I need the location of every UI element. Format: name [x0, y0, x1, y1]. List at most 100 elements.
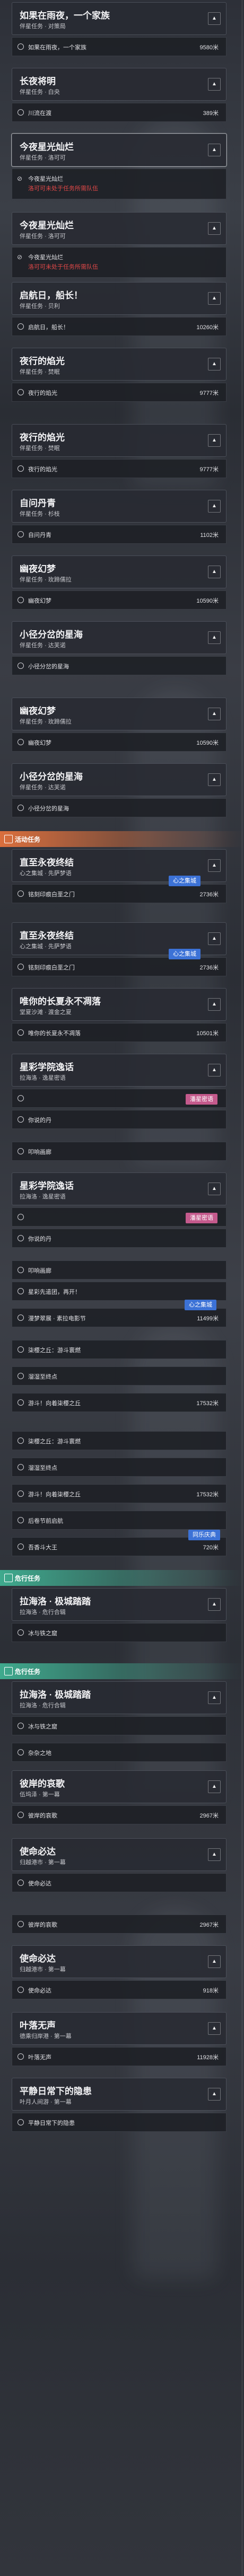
quest-objective[interactable]: 冰与铁之窟	[12, 1716, 226, 1735]
quest-objective[interactable]: 如果在雨夜，一个家族 9580米	[12, 37, 226, 56]
quest-card[interactable]: 小径分岔的星海 伴星任务 · 达芙诺 ▲	[12, 763, 226, 796]
quest-objective[interactable]: 幽夜幻梦 10590米	[12, 590, 226, 610]
chevron-up-icon[interactable]: ▲	[208, 1955, 221, 1968]
quest-objective[interactable]: 你说的丹	[12, 1229, 226, 1248]
chevron-up-icon[interactable]: ▲	[208, 2022, 221, 2035]
quest-card[interactable]: 叶落无声 德乘归岸港 · 第一幕 ▲	[12, 2012, 226, 2045]
quest-objective[interactable]: 彼岸的哀歌 2967米	[12, 1915, 226, 1934]
quest-card[interactable]: 使命必达 归越港市 · 第一幕 ▲	[12, 1945, 226, 1978]
quest-objective[interactable]: 启航日，船长！ 10260米	[12, 317, 226, 336]
quest-objective[interactable]: 后卷节前启航	[12, 1511, 226, 1530]
quest-card[interactable]: 星彩学院逸话 拉海洛 · 逸星密语 ▲	[12, 1172, 226, 1205]
chevron-up-icon[interactable]: ▲	[208, 78, 221, 91]
quest-objective[interactable]: 溜湿至终点	[12, 1366, 226, 1386]
quest-objective[interactable]: 夜行的焰光 9777米	[12, 459, 226, 478]
quest-objective[interactable]: 柒樱之丘：游斗寰燃	[12, 1340, 226, 1359]
objective-distance: 10501米	[196, 1030, 219, 1037]
objective-checkbox-icon	[18, 1346, 24, 1353]
quest-title: 直至永夜终结	[20, 931, 74, 941]
quest-objective[interactable]: 小径分岔的星海	[12, 656, 226, 675]
chevron-up-icon[interactable]: ▲	[208, 2088, 221, 2101]
chevron-up-icon[interactable]: ▲	[208, 358, 221, 370]
chevron-up-icon[interactable]: ▲	[208, 708, 221, 720]
quest-category-header[interactable]: 危行任务	[0, 1663, 244, 1679]
quest-category-label: 危行任务	[15, 1575, 41, 1582]
quest-subtitle: 伴星任务 · 达芙诺	[20, 784, 66, 791]
quest-objective[interactable]: 夜行的焰光 9777米	[12, 383, 226, 402]
quest-objective[interactable]: 幽夜幻梦 10590米	[12, 733, 226, 752]
region-marker[interactable]: 心之集城	[169, 949, 201, 959]
quest-card[interactable]: 幽夜幻梦 伴星任务 · 玫蹄儒拉 ▲	[12, 555, 226, 588]
quest-objective[interactable]: 自问丹青 1102米	[12, 525, 226, 544]
quest-objective[interactable]: 游斗！向着柒樱之丘 17532米	[12, 1393, 226, 1412]
quest-objective[interactable]: 杂杂之地	[12, 1743, 226, 1762]
quest-objective[interactable]: 叩响画廊	[12, 1260, 226, 1280]
chevron-up-icon[interactable]: ▲	[208, 566, 221, 578]
region-marker[interactable]: 心之集城	[169, 876, 201, 886]
chevron-up-icon[interactable]: ▲	[208, 1691, 221, 1704]
quest-card[interactable]: 夜行的焰光 伴星任务 · 焚眠 ▲	[12, 424, 226, 457]
chevron-up-icon[interactable]: ▲	[208, 932, 221, 945]
quest-objective[interactable]: 铭刻印痕白垩之门 2736米	[12, 957, 226, 976]
quest-objective[interactable]: 使命必达 918米	[12, 1980, 226, 1999]
chevron-up-icon[interactable]: ▲	[208, 998, 221, 1011]
quest-card[interactable]: 幽夜幻梦 伴星任务 · 玫蹄儒拉 ▲	[12, 698, 226, 730]
quest-card[interactable]: 自问丹青 伴星任务 · 杉枝 ▲	[12, 490, 226, 523]
quest-card[interactable]: 星彩学院逸话 拉海洛 · 逸星密语 ▲	[12, 1054, 226, 1087]
quest-objective[interactable]: 冰与铁之窟	[12, 1623, 226, 1642]
quest-card[interactable]: 今夜星光灿烂 伴星任务 · 洛可可 ▲	[12, 212, 226, 245]
chevron-up-icon[interactable]: ▲	[208, 631, 221, 644]
quest-objective[interactable]: ⊘ 今夜星光灿烂 洛可可未处于任务所需队伍	[12, 247, 226, 278]
chevron-up-icon[interactable]: ▲	[208, 773, 221, 786]
chevron-up-icon[interactable]: ▲	[208, 292, 221, 305]
quest-objective[interactable]: 溜湿至终点	[12, 1458, 226, 1477]
quest-card[interactable]: 唯你的长夏永不凋落 堂夏沙滩 · 渡金之夏 ▲	[12, 988, 226, 1021]
chevron-up-icon[interactable]: ▲	[208, 500, 221, 513]
quest-card[interactable]: 彼岸的哀歌 伍坞泽 · 第一幕 ▲	[12, 1770, 226, 1803]
quest-objective[interactable]: 小径分岔的星海	[12, 798, 226, 817]
region-marker[interactable]: 心之集城	[185, 1300, 216, 1310]
quest-card[interactable]: 小径分岔的星海 伴星任务 · 达芙诺 ▲	[12, 621, 226, 654]
quest-title: 长夜将明	[20, 76, 56, 86]
quest-card[interactable]: 平静日常下的隐患 叶月人间游 · 第一幕 ▲	[12, 2078, 226, 2111]
quest-card[interactable]: 启航日，船长！ 伴星任务 · 贝利 ▲	[12, 282, 226, 315]
quest-category-header[interactable]: 活动任务	[0, 831, 244, 847]
quest-card[interactable]: 拉海洛 · 极城踏踏 拉海洛 · 危行合辑 ▲	[12, 1681, 226, 1714]
chevron-up-icon[interactable]: ▲	[208, 1780, 221, 1793]
region-marker[interactable]: 同乐庆典	[188, 1530, 220, 1540]
quest-objective[interactable]: 川流在渡 389米	[12, 103, 226, 122]
quest-objective[interactable]: 使命必达	[12, 1873, 226, 1892]
objective-distance: 389米	[203, 110, 219, 117]
objective-text: 叩响画廊	[28, 1268, 51, 1274]
quest-objective[interactable]: ⊘ 今夜星光灿烂 洛可可未处于任务所需队伍	[12, 169, 226, 199]
region-marker[interactable]: 潘星密语	[186, 1094, 217, 1105]
quest-objective[interactable]: 叶落无声 11928米	[12, 2047, 226, 2066]
quest-card[interactable]: 拉海洛 · 极城踏踏 拉海洛 · 危行合辑 ▲	[12, 1588, 226, 1621]
chevron-up-icon[interactable]: ▲	[208, 1064, 221, 1077]
chevron-up-icon[interactable]: ▲	[208, 222, 221, 235]
quest-objective[interactable]: 星彩先遣团，再开！	[12, 1282, 226, 1301]
chevron-up-icon[interactable]: ▲	[208, 144, 221, 156]
chevron-up-icon[interactable]: ▲	[208, 1183, 221, 1195]
quest-objective[interactable]: 游斗！向着柒樱之丘 17532米	[12, 1484, 226, 1503]
quest-objective[interactable]: 铭刻印痕白垩之门 2736米	[12, 884, 226, 903]
quest-objective[interactable]: 漫梦翠展 · 素拉电影节 11499米	[12, 1308, 226, 1327]
chevron-up-icon[interactable]: ▲	[208, 434, 221, 447]
quest-objective[interactable]: 彼岸的哀歌 2967米	[12, 1805, 226, 1824]
chevron-up-icon[interactable]: ▲	[208, 859, 221, 872]
quest-card[interactable]: 长夜将明 伴星任务 · 白央 ▲	[12, 68, 226, 101]
quest-card[interactable]: 使命必达 归越港市 · 第一幕 ▲	[12, 1838, 226, 1871]
chevron-up-icon[interactable]: ▲	[208, 12, 221, 25]
quest-card[interactable]: 如果在雨夜，一个家族 伴星任务 · 对策局 ▲	[12, 2, 226, 35]
quest-objective[interactable]: 你说的丹	[12, 1110, 226, 1129]
quest-card[interactable]: 夜行的焰光 伴星任务 · 焚眠 ▲	[12, 348, 226, 381]
chevron-up-icon[interactable]: ▲	[208, 1598, 221, 1611]
quest-objective[interactable]: 唯你的长夏永不凋落 10501米	[12, 1023, 226, 1042]
region-marker[interactable]: 潘星密语	[186, 1213, 217, 1223]
quest-objective[interactable]: 平静日常下的隐患	[12, 2113, 226, 2132]
quest-objective[interactable]: 叩响画廊	[12, 1142, 226, 1161]
quest-objective[interactable]: 柒樱之丘：游斗寰燃	[12, 1431, 226, 1450]
quest-card[interactable]: 今夜星光灿烂 伴星任务 · 洛可可 ▲	[12, 134, 226, 166]
chevron-up-icon[interactable]: ▲	[208, 1848, 221, 1861]
quest-category-header[interactable]: 危行任务	[0, 1570, 244, 1586]
